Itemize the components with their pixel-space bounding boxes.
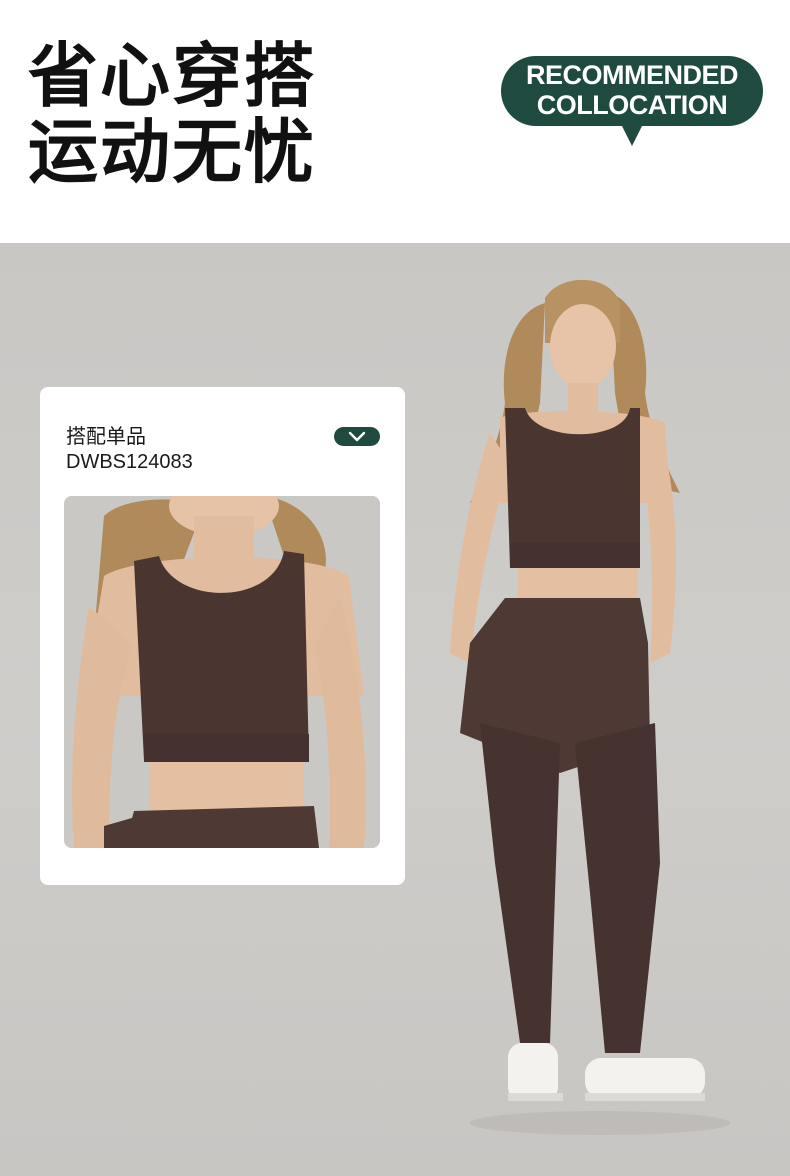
chevron-down-icon — [348, 431, 366, 442]
headline-line-2: 运动无忧 — [28, 111, 316, 193]
product-sku: DWBS124083 — [66, 451, 193, 473]
badge-line-2: COLLOCATION — [536, 90, 728, 120]
expand-button[interactable] — [334, 427, 380, 446]
product-thumbnail[interactable] — [64, 496, 380, 848]
headline-line-1: 省心穿搭 — [28, 35, 316, 117]
badge-text: RECOMMENDED COLLOCATION — [501, 60, 763, 120]
card-title: 搭配单品 — [66, 424, 146, 448]
badge-line-1: RECOMMENDED — [525, 60, 739, 90]
product-image — [64, 496, 380, 848]
header: 省心穿搭 运动无忧 RECOMMENDED COLLOCATION — [0, 0, 790, 243]
